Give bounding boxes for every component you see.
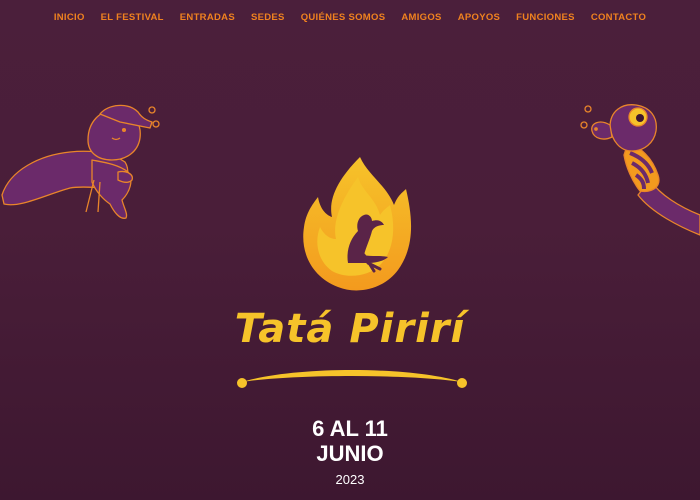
nav-item-funciones[interactable]: FUNCIONES — [516, 9, 575, 27]
nav-item-el-festival[interactable]: EL FESTIVAL — [101, 9, 164, 27]
festival-dates: 6 AL 11 JUNIO — [0, 416, 700, 466]
nav-item-quienes-somos[interactable]: QUIÉNES SOMOS — [301, 9, 386, 27]
festival-year: 2023 — [335, 472, 365, 487]
nav-item-contacto[interactable]: CONTACTO — [591, 9, 646, 27]
date-range: 6 AL 11 — [312, 416, 388, 441]
nav-item-entradas[interactable]: ENTRADAS — [180, 9, 235, 27]
festival-logo-title: Tatá Pirirí — [234, 306, 466, 352]
puppet-character-left-illustration — [1, 104, 160, 219]
flame-logo-icon — [303, 157, 412, 291]
nav-item-apoyos[interactable]: APOYOS — [458, 9, 500, 27]
nav-item-inicio[interactable]: INICIO — [54, 9, 85, 27]
main-navigation: INICIO EL FESTIVAL ENTRADAS SEDES QUIÉNE… — [0, 9, 700, 27]
puppet-character-right-illustration — [580, 104, 700, 236]
logo-swash-underline — [237, 370, 467, 388]
nav-item-amigos[interactable]: AMIGOS — [401, 9, 441, 27]
nav-item-sedes[interactable]: SEDES — [251, 9, 285, 27]
date-month: JUNIO — [316, 441, 384, 466]
